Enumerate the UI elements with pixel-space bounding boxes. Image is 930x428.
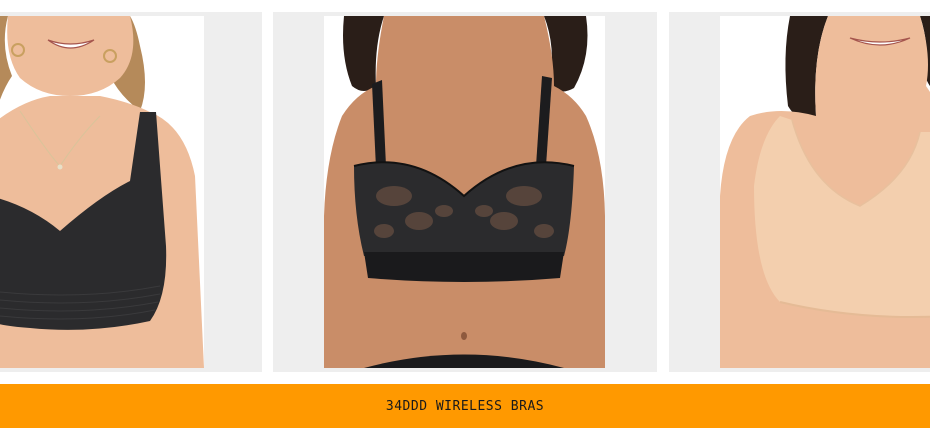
product-gallery <box>0 0 930 384</box>
product-card-2[interactable] <box>273 12 657 372</box>
product-card-3[interactable] <box>669 12 930 372</box>
nude-seamless-bra-illustration <box>720 16 930 368</box>
product-image-2[interactable] <box>324 16 605 368</box>
product-image-1[interactable] <box>0 16 204 368</box>
banner-label: 34DDD WIRELESS BRAS <box>385 398 545 414</box>
page: 34DDD WIRELESS BRAS <box>0 0 930 428</box>
black-lace-bra-illustration <box>324 16 605 368</box>
product-card-1[interactable] <box>0 12 262 372</box>
product-image-3[interactable] <box>720 16 930 368</box>
black-seamless-bra-illustration <box>0 16 204 368</box>
category-banner-link[interactable]: 34DDD WIRELESS BRAS <box>0 384 930 428</box>
